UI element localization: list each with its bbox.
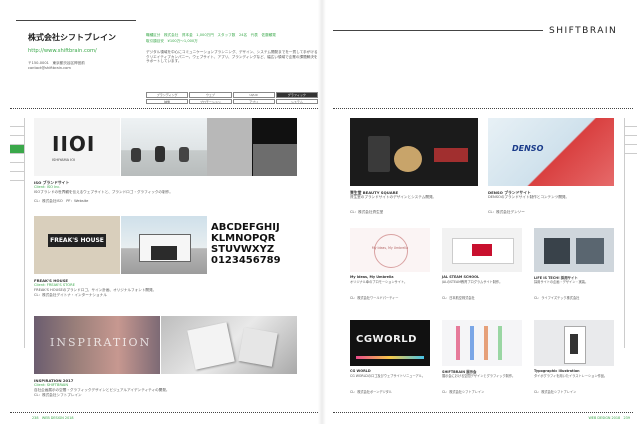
tag-grid: ブランディング ウェブ UI/UX グラフィック 映像 プロモーション アプリ …: [146, 92, 318, 104]
right-work-7-body: 展示会における空間デザインとグラフィック制作。: [442, 374, 516, 378]
address-line-2: contact@shiftbrain.com: [28, 66, 71, 70]
work-3-cd: CL：株式会社シフトブレイン: [34, 393, 82, 397]
work-2-cd: CL：株式会社デイトナ・インターナショナル: [34, 293, 107, 297]
left-spine: [10, 118, 25, 348]
company-description: デジタル領域を中心にコミュニケーションプランニング、デザイン、システム開発までを…: [146, 50, 318, 64]
right-work-7-cd: CL：株式会社シフトブレイン: [442, 390, 485, 394]
left-top-rule: [16, 20, 136, 21]
iioi-logo: IIOI: [52, 132, 96, 156]
work-3-credit: Client: SHIFTBRAIN: [34, 383, 69, 387]
work-freaks-sign: FREAK'S HOUSE: [34, 216, 120, 274]
denso-logo: DENSO: [512, 144, 544, 153]
right-work-6-title: CG WORLD: [350, 369, 371, 373]
tag-7: システム: [275, 98, 318, 104]
tag-2: UI/UX: [232, 92, 275, 98]
address-line-1: 〒150-0001 東京都渋谷区神宮前: [28, 61, 85, 65]
right-work-1-body: 資生堂のブランドサイトのデザインとシステム開発。: [350, 195, 437, 199]
inspiration-word: INSPIRATION: [50, 336, 152, 349]
tag-0: ブランディング: [146, 92, 189, 98]
info-line-2: 取引額目安 ¥100万〜1,000万: [146, 39, 198, 43]
right-work-8-cd: CL：株式会社シフトブレイン: [534, 390, 577, 394]
tag-4: 映像: [146, 98, 189, 104]
alphabet-line-4: 0123456789: [211, 255, 281, 266]
company-name: 株式会社シフトブレイン: [28, 33, 116, 42]
right-work-5-body: 採用サイトの企画・デザイン・実装。: [534, 280, 589, 284]
left-folio: 238 WEB DESIGN 2018: [32, 416, 74, 420]
work-typography-photo: [534, 320, 614, 366]
right-top-rule: [333, 30, 543, 31]
umbrella-caption: My Ideas, My Umbrella: [371, 246, 409, 250]
work-1-cd: CL：株式会社ISO PF：Website: [34, 199, 89, 203]
work-2-body: FREAK'S HOUSEのブランドロゴ、サイン計画、オリジナルフォント開発。: [34, 288, 157, 292]
work-inspiration-poster-photo: [161, 316, 297, 374]
right-work-3-cd: CL：株式会社ワールドパーティー: [350, 296, 399, 300]
work-lifeistech-photo: [534, 228, 614, 272]
iioi-logo-sub: ISHIYAMA IOI: [52, 158, 76, 162]
right-work-8-body: タイポグラフィを用いたイラストレーション作品。: [534, 374, 608, 378]
right-work-6-cd: CL：株式会社ボーンデジタル: [350, 390, 393, 394]
right-folio: WEB DESIGN 2018 239: [588, 416, 630, 420]
left-section-divider: [10, 108, 318, 109]
right-work-3-body: オリジナル傘のプロモーションサイト。: [350, 280, 408, 284]
alphabet-line-2: KLMNOPQR: [211, 233, 276, 244]
work-iioi-office-photo: [121, 118, 207, 176]
work-2-credit: Client: FREAK'S STORE: [34, 283, 75, 287]
work-3-body: 自社企画展示の空間・グラフィックデザインとビジュアルアイデンティティの開発。: [34, 388, 170, 392]
right-section-divider: [333, 108, 633, 109]
work-inspiration-photo: INSPIRATION: [34, 316, 160, 374]
alphabet-line-3: STUVWXYZ: [211, 244, 275, 255]
right-work-2-body: DENSOのブランドサイト制作とコンテンツ開発。: [488, 195, 570, 199]
cgworld-logo: CGWORLD: [356, 334, 417, 345]
tag-5: プロモーション: [189, 98, 232, 104]
work-cgworld-photo: CGWORLD: [350, 320, 430, 366]
info-line-1: 職種区分 株式会社 資本金 1,000万円 スタッフ数 24名 代表 佐藤頼晃: [146, 33, 276, 37]
right-work-5-cd: CL：ライフイズテック株式会社: [534, 296, 580, 300]
left-bottom-rule: [10, 412, 318, 413]
gutter-shadow: [318, 0, 326, 424]
right-work-4-cd: CL：日本航空株式会社: [442, 296, 475, 300]
right-work-1-cd: CL：株式会社資生堂: [350, 210, 384, 214]
right-work-8-title: Typographic Illustration: [534, 369, 580, 373]
alphabet-line-1: ABCDEFGHIJ: [211, 222, 280, 233]
work-exhibition-photo: [442, 320, 522, 366]
right-work-3-title: My Ideas, My Umbrella: [350, 275, 394, 279]
tag-1: ウェブ: [189, 92, 232, 98]
work-iioi-photo-collage: [207, 118, 297, 176]
right-work-6-body: CG WORLDのロゴ及びウェブサイトリニューアル。: [350, 374, 426, 378]
work-shiseido-photo: [350, 118, 478, 186]
tag-6: アプリ: [232, 98, 275, 104]
work-1-body: ISOブランドの世界観を伝えるウェブサイトと、ブランドロゴ・グラフィックの制作。: [34, 190, 173, 194]
work-denso-photo: DENSO: [488, 118, 614, 186]
company-url[interactable]: http://www.shiftbrain.com/: [28, 48, 97, 54]
right-work-4-title: JAL STEAM SCHOOL: [442, 275, 480, 279]
right-work-2-cd: CL：株式会社デンソー: [488, 210, 525, 214]
right-spine: [624, 118, 637, 348]
brand-title: SHIFTBRAIN: [549, 26, 618, 36]
work-freaks-storefront: [121, 216, 207, 274]
tag-3: グラフィック: [275, 92, 318, 98]
freaks-logo: FREAK'S HOUSE: [48, 234, 106, 247]
work-iioi-logo-image: IIOI ISHIYAMA IOI: [34, 118, 120, 176]
right-bottom-rule: [333, 412, 633, 413]
work-freaks-alphabet-specimen: ABCDEFGHIJ KLMNOPQR STUVWXYZ 0123456789: [207, 216, 297, 274]
work-umbrella-photo: My Ideas, My Umbrella: [350, 228, 430, 272]
right-work-4-body: JALのSTEAM教育プログラムサイト制作。: [442, 280, 503, 284]
work-jal-steam-photo: [442, 228, 522, 272]
work-1-credit: Client: ISO Inc.: [34, 185, 61, 189]
